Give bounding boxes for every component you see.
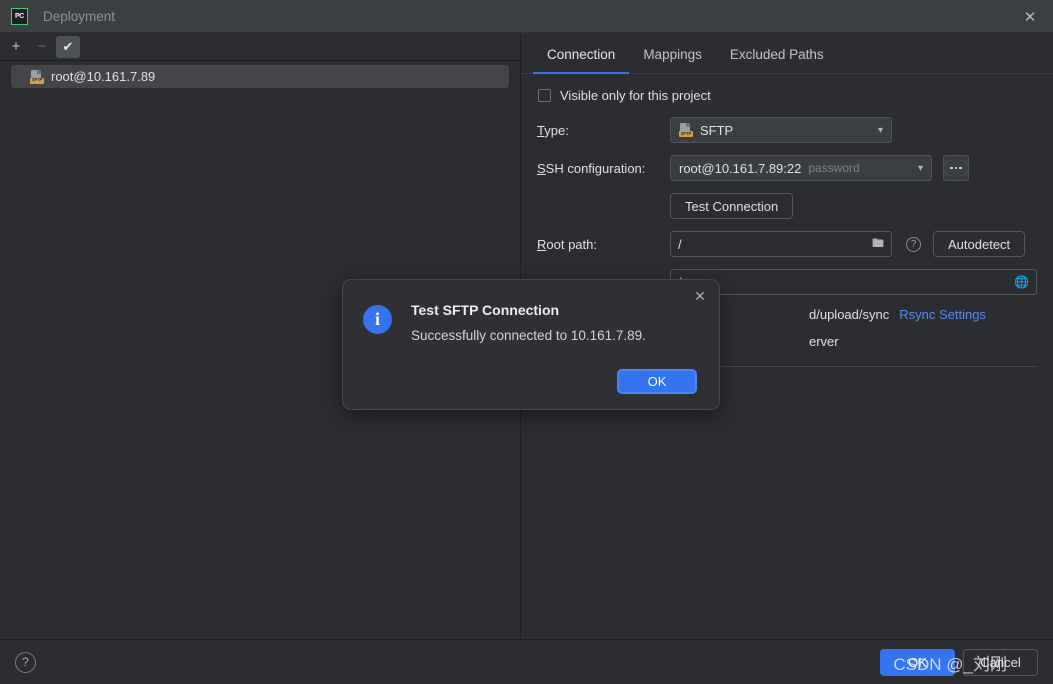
ssh-configuration-hint: password — [808, 161, 860, 175]
test-connection-row: Test Connection — [537, 193, 1037, 219]
server-partial-label: erver — [809, 334, 839, 349]
globe-icon[interactable]: 🌐 — [1014, 275, 1029, 289]
window-title: Deployment — [43, 8, 116, 24]
window-close-icon[interactable]: ✕ — [1007, 0, 1053, 33]
footer-actions: OK Cancel — [880, 648, 1038, 676]
deployment-dialog-window: PC Deployment ✕ + − ✔ SFTP root@10.161.7… — [0, 0, 1053, 684]
tab-excluded-paths[interactable]: Excluded Paths — [716, 47, 838, 73]
tab-mappings[interactable]: Mappings — [629, 47, 716, 73]
root-path-input[interactable]: / 🖿 — [670, 231, 892, 257]
type-row: Type: SFTP SFTP ▾ — [537, 117, 1037, 143]
sftp-icon-tag: SFTP — [679, 130, 693, 137]
tab-connection[interactable]: Connection — [533, 47, 630, 74]
type-select-value: SFTP — [700, 122, 734, 138]
type-select[interactable]: SFTP SFTP ▾ — [670, 117, 892, 143]
chevron-down-icon: ▾ — [877, 124, 883, 136]
root-path-label: Root path: — [537, 236, 597, 252]
list-item-label: root@10.161.7.89 — [51, 69, 156, 84]
ssh-configuration-row: SSH configuration: root@10.161.7.89:22 p… — [537, 155, 1037, 181]
help-icon[interactable]: ? — [906, 236, 921, 252]
sftp-icon: SFTP — [30, 69, 44, 84]
rsync-partial-label: d/upload/sync — [809, 307, 890, 322]
test-connection-button[interactable]: Test Connection — [670, 193, 794, 219]
ssh-configuration-label: SSH configuration: — [537, 160, 646, 176]
dialog-close-icon[interactable]: ✕ — [690, 286, 710, 306]
autodetect-button[interactable]: Autodetect — [933, 231, 1026, 257]
help-button[interactable]: ? — [15, 651, 36, 673]
type-label: Type: — [537, 122, 569, 138]
rsync-settings-link[interactable]: Rsync Settings — [899, 307, 986, 322]
pycharm-logo-icon: PC — [11, 7, 28, 25]
window-titlebar: PC Deployment ✕ — [0, 0, 1053, 33]
cancel-button[interactable]: Cancel — [963, 648, 1038, 676]
ok-button[interactable]: OK — [880, 648, 955, 676]
web-server-url-input[interactable]: / 🌐 — [670, 269, 1037, 295]
list-item[interactable]: SFTP root@10.161.7.89 — [11, 65, 509, 88]
visible-only-row: Visible only for this project — [537, 88, 1037, 103]
ssh-configuration-browse-button[interactable] — [943, 155, 969, 181]
info-icon: i — [363, 305, 392, 334]
server-list: SFTP root@10.161.7.89 — [0, 61, 520, 88]
chevron-down-icon: ▾ — [917, 162, 923, 174]
root-path-row: Root path: / 🖿 ? Autodetect — [537, 231, 1037, 257]
root-path-value: / — [678, 236, 682, 252]
visible-only-label: Visible only for this project — [560, 88, 711, 103]
dialog-message: Successfully connected to 10.161.7.89. — [411, 328, 646, 343]
server-list-toolbar: + − ✔ — [0, 33, 520, 61]
use-as-default-button[interactable]: ✔ — [56, 35, 80, 58]
sftp-icon-tag: SFTP — [30, 77, 44, 84]
settings-tabs: Connection Mappings Excluded Paths — [521, 33, 1053, 74]
folder-icon[interactable]: 🖿 — [872, 234, 884, 255]
remove-server-button[interactable]: − — [30, 36, 54, 58]
sftp-icon: SFTP — [679, 123, 693, 137]
test-connection-dialog: ✕ i Test SFTP Connection Successfully co… — [342, 279, 720, 410]
dialog-title: Test SFTP Connection — [411, 302, 560, 318]
ssh-configuration-select[interactable]: root@10.161.7.89:22 password ▾ — [670, 155, 932, 181]
add-server-button[interactable]: + — [4, 36, 28, 58]
ssh-configuration-value: root@10.161.7.89:22 — [679, 160, 802, 176]
visible-only-checkbox[interactable] — [538, 89, 551, 102]
dialog-footer: ? OK Cancel — [0, 639, 1053, 684]
dialog-ok-button[interactable]: OK — [617, 369, 697, 394]
